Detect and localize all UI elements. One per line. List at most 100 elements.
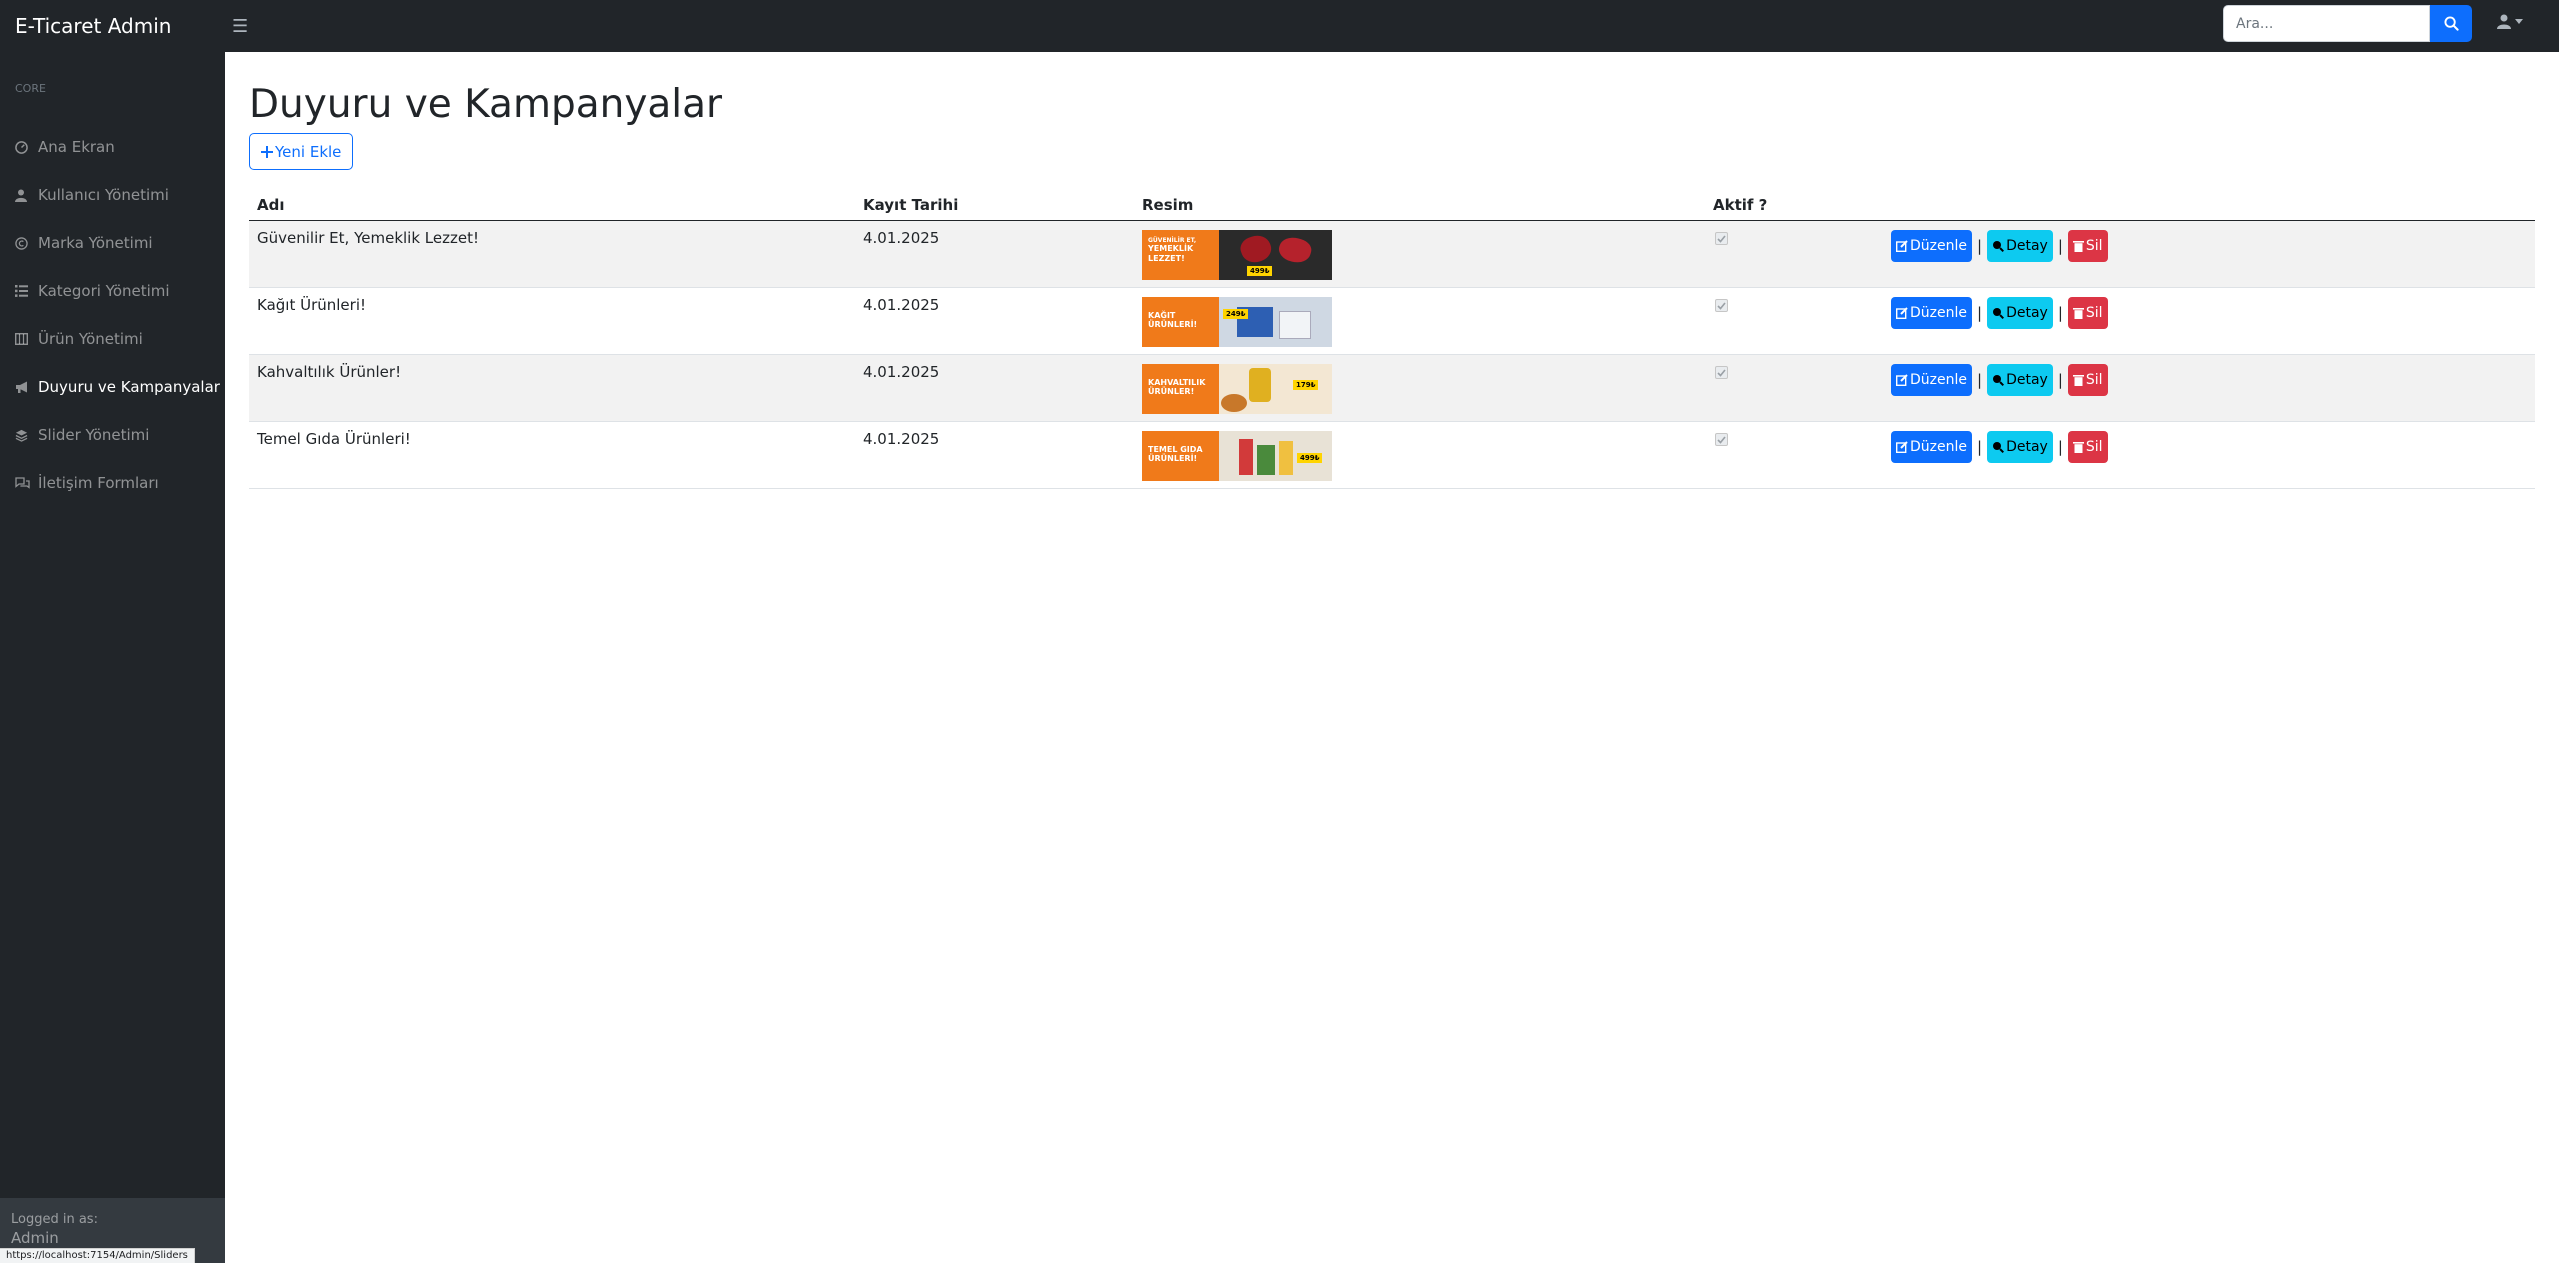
bullhorn-icon	[15, 381, 38, 394]
sidebar-item-label: Kullanıcı Yönetimi	[38, 186, 169, 204]
edit-icon	[1896, 440, 1908, 453]
sidebar: CORE Ana Ekran Kullanıcı Yönetimi Marka …	[0, 52, 225, 1263]
add-new-button[interactable]: Yeni Ekle	[249, 133, 354, 170]
row-actions: Düzenle | Detay | Sil	[1891, 229, 2527, 262]
campaign-thumbnail: KAĞIT ÜRÜNLERİ! 249₺	[1142, 296, 1332, 347]
row-date: 4.01.2025	[855, 287, 1134, 355]
campaign-thumbnail: GÜVENİLİR ET, YEMEKLİK LEZZET! 499₺	[1142, 229, 1332, 280]
action-separator: |	[2057, 437, 2063, 456]
edit-icon	[1896, 373, 1908, 386]
active-checkbox	[1715, 299, 1728, 312]
sidebar-item-duyuru-ve-kampanyalar[interactable]: Duyuru ve Kampanyalar	[0, 363, 225, 411]
detail-button[interactable]: Detay	[1987, 363, 2053, 396]
user-dropdown[interactable]	[2497, 14, 2523, 29]
edit-button[interactable]: Düzenle	[1891, 296, 1972, 329]
search-button[interactable]	[2430, 5, 2472, 42]
plus-icon	[261, 145, 273, 158]
active-checkbox	[1715, 232, 1728, 245]
action-separator: |	[1977, 437, 1983, 456]
active-checkbox	[1715, 366, 1728, 379]
table-row: Kağıt Ürünleri! 4.01.2025 KAĞIT ÜRÜNLERİ…	[249, 287, 2535, 355]
row-date: 4.01.2025	[855, 220, 1134, 288]
campaigns-table: Adı Kayıt Tarihi Resim Aktif ? Güvenilir…	[249, 190, 2535, 489]
edit-button[interactable]: Düzenle	[1891, 430, 1972, 463]
add-new-label: Yeni Ekle	[275, 142, 342, 161]
search-icon	[2443, 16, 2459, 31]
zoom-icon	[1993, 441, 2005, 453]
user-icon	[15, 189, 38, 202]
detail-button[interactable]: Detay	[1987, 296, 2053, 329]
user-icon	[2497, 14, 2511, 29]
delete-button[interactable]: Sil	[2067, 363, 2108, 396]
sidebar-item-label: Duyuru ve Kampanyalar	[38, 378, 220, 396]
delete-button[interactable]: Sil	[2067, 296, 2108, 329]
trash-icon	[2072, 374, 2084, 386]
main-content: Duyuru ve Kampanyalar Yeni Ekle Adı Kayı…	[249, 52, 2535, 489]
row-name: Güvenilir Et, Yemeklik Lezzet!	[249, 220, 855, 288]
column-header-date: Kayıt Tarihi	[855, 190, 1134, 221]
sidebar-item-marka-yonetimi[interactable]: Marka Yönetimi	[0, 219, 225, 267]
sidebar-item-urun-yonetimi[interactable]: Ürün Yönetimi	[0, 315, 225, 363]
search-form	[2223, 5, 2472, 42]
delete-button[interactable]: Sil	[2067, 430, 2108, 463]
table-row: Güvenilir Et, Yemeklik Lezzet! 4.01.2025…	[249, 220, 2535, 288]
table-columns-icon	[15, 333, 38, 345]
edit-icon	[1896, 306, 1908, 319]
detail-button[interactable]: Detay	[1987, 229, 2053, 262]
app-brand[interactable]: E-Ticaret Admin	[0, 14, 225, 38]
row-date: 4.01.2025	[855, 421, 1134, 489]
sidebar-item-label: Kategori Yönetimi	[38, 282, 170, 300]
row-date: 4.01.2025	[855, 354, 1134, 422]
status-bar-url: https://localhost:7154/Admin/Sliders	[0, 1248, 195, 1263]
thumb-price-tag: 499₺	[1247, 265, 1273, 276]
sidebar-item-iletisim-formlari[interactable]: İletişim Formları	[0, 459, 225, 507]
thumb-text: KAĞIT ÜRÜNLERİ!	[1148, 310, 1198, 329]
row-name: Temel Gıda Ürünleri!	[249, 421, 855, 489]
column-header-actions	[1883, 190, 2535, 221]
column-header-name: Adı	[249, 190, 855, 221]
sidebar-item-label: Slider Yönetimi	[38, 426, 150, 444]
comments-icon	[15, 476, 38, 490]
sidebar-item-slider-yonetimi[interactable]: Slider Yönetimi	[0, 411, 225, 459]
thumb-price-tag: 179₺	[1293, 379, 1319, 390]
table-row: Kahvaltılık Ürünler! 4.01.2025 KAHVALTIL…	[249, 354, 2535, 422]
search-input[interactable]	[2223, 5, 2430, 42]
table-header-row: Adı Kayıt Tarihi Resim Aktif ?	[249, 190, 2535, 221]
action-separator: |	[2057, 303, 2063, 322]
thumb-price-tag: 499₺	[1297, 452, 1323, 463]
sidebar-toggle-icon[interactable]: ☰	[232, 16, 248, 37]
sidebar-item-label: Ürün Yönetimi	[38, 330, 143, 348]
table-row: Temel Gıda Ürünleri! 4.01.2025 TEMEL GID…	[249, 421, 2535, 489]
row-actions: Düzenle | Detay | Sil	[1891, 430, 2527, 463]
delete-button[interactable]: Sil	[2067, 229, 2108, 262]
list-icon	[15, 285, 38, 297]
copyright-icon	[15, 236, 38, 250]
sidebar-item-ana-ekran[interactable]: Ana Ekran	[0, 123, 225, 171]
logged-in-user: Admin	[11, 1229, 59, 1247]
sidebar-item-label: Marka Yönetimi	[38, 234, 153, 252]
zoom-icon	[1993, 374, 2005, 386]
trash-icon	[2072, 307, 2084, 319]
column-header-active: Aktif ?	[1705, 190, 1883, 221]
action-separator: |	[1977, 370, 1983, 389]
sidebar-item-label: Ana Ekran	[38, 138, 115, 156]
row-actions: Düzenle | Detay | Sil	[1891, 296, 2527, 329]
active-checkbox	[1715, 433, 1728, 446]
thumb-text: TEMEL GIDA ÜRÜNLERİ!	[1148, 444, 1203, 463]
column-header-image: Resim	[1134, 190, 1705, 221]
sidebar-item-kullanici-yonetimi[interactable]: Kullanıcı Yönetimi	[0, 171, 225, 219]
edit-icon	[1896, 239, 1908, 252]
edit-button[interactable]: Düzenle	[1891, 363, 1972, 396]
row-actions: Düzenle | Detay | Sil	[1891, 363, 2527, 396]
sidebar-item-kategori-yonetimi[interactable]: Kategori Yönetimi	[0, 267, 225, 315]
action-separator: |	[2057, 236, 2063, 255]
thumb-text: KAHVALTILIK ÜRÜNLER!	[1148, 377, 1206, 396]
action-separator: |	[1977, 236, 1983, 255]
caret-down-icon	[2515, 19, 2523, 24]
zoom-icon	[1993, 307, 2005, 319]
trash-icon	[2072, 441, 2084, 453]
trash-icon	[2072, 240, 2084, 252]
detail-button[interactable]: Detay	[1987, 430, 2053, 463]
edit-button[interactable]: Düzenle	[1891, 229, 1972, 262]
campaign-thumbnail: TEMEL GIDA ÜRÜNLERİ! 499₺	[1142, 430, 1332, 481]
